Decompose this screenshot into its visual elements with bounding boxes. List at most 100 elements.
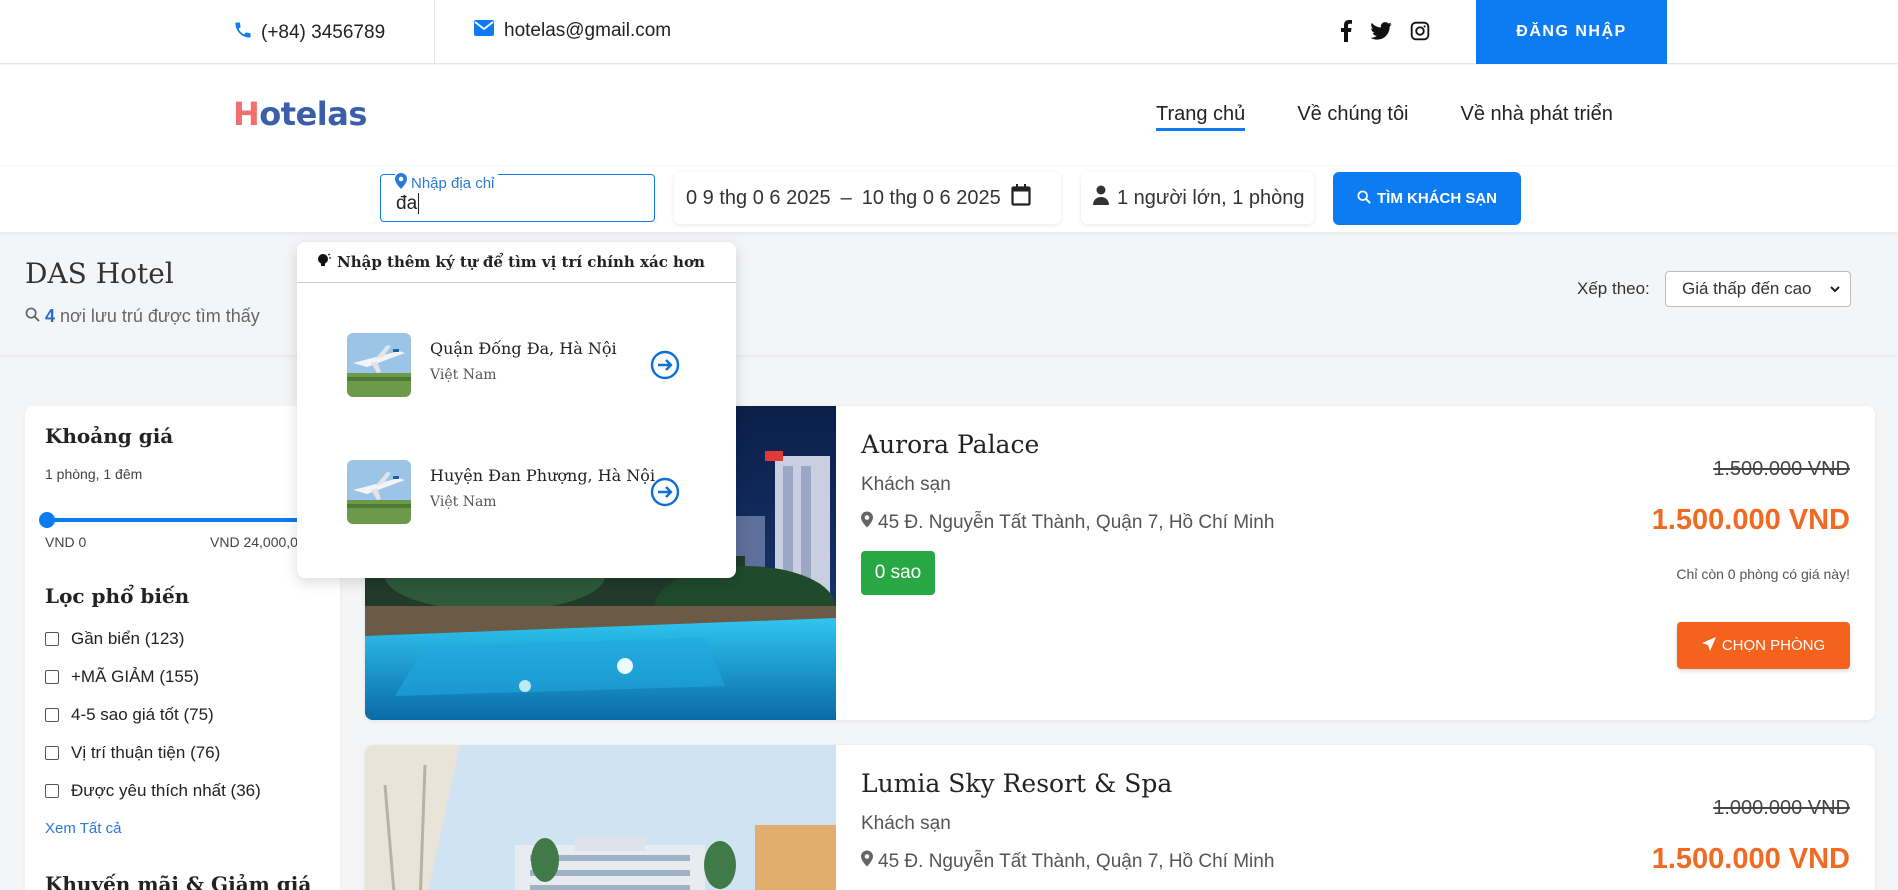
choose-room-label: CHỌN PHÒNG	[1721, 637, 1826, 654]
checkbox[interactable]	[45, 784, 59, 798]
email-address: hotelas@gmail.com	[504, 20, 672, 41]
address-input[interactable]: Nhập địa chỉ đa	[380, 173, 655, 222]
original-price: 1.000.000 VND	[1713, 797, 1850, 819]
suggestion-title: Huyện Đan Phượng, Hà Nội	[430, 466, 656, 485]
sort-select[interactable]: Giá thấp đến cao	[1665, 271, 1851, 307]
location-arrow-icon	[1701, 636, 1716, 655]
search-hotels-button[interactable]: TÌM KHÁCH SẠN	[1333, 172, 1521, 225]
filter-option[interactable]: Được yêu thích nhất (36)	[45, 772, 261, 810]
checkbox[interactable]	[45, 746, 59, 760]
address-value: đa	[396, 193, 420, 215]
price-range-subtitle: 1 phòng, 1 đêm	[45, 466, 143, 482]
search-icon	[1357, 189, 1371, 208]
filter-label: 4-5 sao giá tốt (75)	[71, 705, 214, 724]
hotel-card[interactable]: Lumia Sky Resort & Spa Khách sạn 45 Đ. N…	[365, 745, 1875, 890]
checkin-date: 0 9 thg 0 6 2025	[686, 186, 831, 209]
filter-option[interactable]: Vị trí thuận tiện (76)	[45, 734, 261, 772]
logo-text: otelas	[259, 95, 367, 133]
guests-selector[interactable]: 1 người lớn, 1 phòng	[1081, 172, 1314, 224]
filter-option[interactable]: 4-5 sao giá tốt (75)	[45, 696, 261, 734]
checkbox[interactable]	[45, 632, 59, 646]
suggestion-item[interactable]: Quận Đống Đa, Hà Nội Việt Nam	[347, 333, 707, 397]
map-pin-icon	[861, 850, 873, 873]
filter-label: Được yêu thích nhất (36)	[71, 781, 261, 800]
mail-icon	[474, 20, 494, 42]
guests-value: 1 người lớn, 1 phòng	[1117, 186, 1305, 209]
current-price: 1.500.000 VND	[1651, 504, 1850, 536]
user-icon	[1093, 185, 1109, 211]
slider-handle-min[interactable]	[39, 512, 55, 528]
suggestion-country: Việt Nam	[430, 494, 497, 510]
hotel-type: Khách sạn	[861, 813, 951, 834]
star-rating-badge: 0 sao	[861, 551, 935, 595]
divider	[434, 0, 435, 64]
address-suggestions-dropdown: Nhập thêm ký tự để tìm vị trí chính xác …	[297, 242, 736, 578]
logo[interactable]: Hotelas	[233, 95, 367, 133]
map-pin-icon	[395, 173, 407, 193]
logo-initial: H	[233, 95, 260, 133]
address-value-text: đa	[396, 193, 418, 214]
nav-links: Trang chủ Về chúng tôi Về nhà phát triển	[1156, 103, 1613, 131]
address-label-text: Nhập địa chỉ	[411, 174, 495, 192]
current-price: 1.500.000 VND	[1651, 843, 1850, 875]
address-label: Nhập địa chỉ	[395, 173, 499, 193]
filter-option[interactable]: +MÃ GIẢM (155)	[45, 658, 261, 696]
hotel-image[interactable]	[365, 745, 836, 890]
nav-link-home[interactable]: Trang chủ	[1156, 103, 1246, 131]
search-button-label: TÌM KHÁCH SẠN	[1377, 190, 1497, 207]
nav-link-developer[interactable]: Về nhà phát triển	[1461, 103, 1613, 131]
price-max-label: VND 24,000,0	[210, 534, 298, 550]
popular-filters-list: Gần biển (123) +MÃ GIẢM (155) 4-5 sao gi…	[45, 620, 261, 810]
twitter-icon[interactable]	[1370, 22, 1392, 45]
suggestion-hint: Nhập thêm ký tự để tìm vị trí chính xác …	[297, 242, 736, 283]
login-button[interactable]: ĐĂNG NHẬP	[1476, 0, 1667, 64]
results-header: DAS Hotel 4 nơi lưu trú được tìm thấy Xế…	[0, 233, 1898, 355]
see-all-link[interactable]: Xem Tất cả	[45, 820, 121, 837]
filter-option[interactable]: Gần biển (123)	[45, 620, 261, 658]
suggestion-item[interactable]: Huyện Đan Phượng, Hà Nội Việt Nam	[347, 460, 707, 524]
map-pin-icon	[861, 511, 873, 534]
phone-contact[interactable]: (+84) 3456789	[233, 20, 385, 46]
top-bar: (+84) 3456789 hotelas@gmail.com ĐĂNG NHẬ…	[0, 0, 1898, 64]
checkbox[interactable]	[45, 708, 59, 722]
social-links	[1340, 20, 1430, 47]
hotel-name[interactable]: Lumia Sky Resort & Spa	[861, 769, 1172, 798]
filter-label: Vị trí thuận tiện (76)	[71, 743, 221, 762]
arrow-right-circle-icon[interactable]	[650, 350, 680, 385]
sort-label: Xếp theo:	[1577, 279, 1650, 298]
filter-label: +MÃ GIẢM (155)	[71, 667, 200, 686]
price-range-slider[interactable]	[39, 512, 335, 528]
hotel-address: 45 Đ. Nguyễn Tất Thành, Quận 7, Hồ Chí M…	[861, 850, 1274, 873]
results-title: DAS Hotel	[25, 257, 174, 290]
chevron-down-icon	[1828, 281, 1842, 301]
original-price: 1.500.000 VND	[1713, 458, 1850, 480]
checkout-date: 10 thg 0 6 2025	[861, 186, 1001, 209]
search-icon	[25, 306, 40, 327]
price-min-label: VND 0	[45, 534, 87, 550]
promotions-title: Khuyến mãi & Giảm giá	[45, 872, 312, 890]
email-contact[interactable]: hotelas@gmail.com	[474, 20, 671, 42]
calendar-icon	[1011, 184, 1031, 212]
choose-room-button[interactable]: CHỌN PHÒNG	[1677, 622, 1850, 669]
instagram-icon[interactable]	[1410, 21, 1430, 46]
filter-label: Gần biển (123)	[71, 629, 185, 648]
filter-sidebar: Khoảng giá 1 phòng, 1 đêm VND 0 VND 24,0…	[25, 406, 340, 890]
hotel-type: Khách sạn	[861, 474, 951, 495]
results-count-suffix: nơi lưu trú được tìm thấy	[60, 306, 260, 326]
suggestion-hint-text: Nhập thêm ký tự để tìm vị trí chính xác …	[337, 253, 705, 271]
date-range-picker[interactable]: 0 9 thg 0 6 2025 – 10 thg 0 6 2025	[674, 172, 1061, 224]
hotel-address-text: 45 Đ. Nguyễn Tất Thành, Quận 7, Hồ Chí M…	[878, 850, 1275, 872]
popular-filters-title: Lọc phổ biến	[45, 584, 190, 608]
suggestion-title: Quận Đống Đa, Hà Nội	[430, 339, 617, 358]
checkbox[interactable]	[45, 670, 59, 684]
airplane-thumbnail	[347, 333, 411, 397]
main-nav: Hotelas Trang chủ Về chúng tôi Về nhà ph…	[0, 65, 1898, 165]
nav-link-about[interactable]: Về chúng tôi	[1297, 103, 1408, 131]
lightbulb-icon	[317, 253, 331, 271]
phone-icon	[233, 20, 253, 46]
text-cursor	[418, 193, 420, 214]
arrow-right-circle-icon[interactable]	[650, 477, 680, 512]
hotel-name[interactable]: Aurora Palace	[861, 430, 1039, 459]
results-count: 4 nơi lưu trú được tìm thấy	[25, 306, 260, 327]
facebook-icon[interactable]	[1340, 20, 1352, 47]
